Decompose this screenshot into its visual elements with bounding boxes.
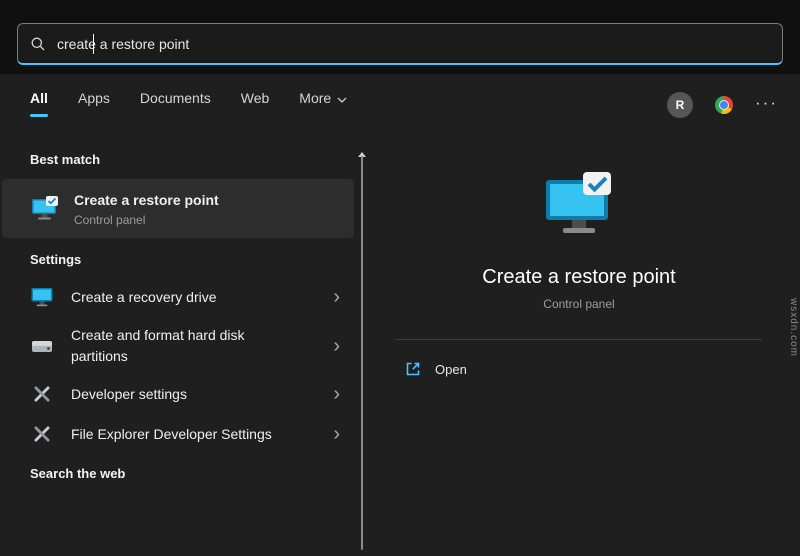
search-flyout: All Apps Documents Web More R [0,0,800,556]
result-subtitle: Control panel [74,213,146,228]
tab-apps-label: Apps [78,90,110,106]
chevron-right-icon: › [333,286,340,309]
user-avatar[interactable]: R [667,92,694,118]
tab-active-underline [30,114,48,117]
tab-web-label: Web [240,90,270,106]
tab-apps[interactable]: Apps [78,90,110,117]
text-caret [93,34,94,54]
chevron-right-icon: › [333,334,340,357]
open-label: Open [435,361,467,377]
chevron-down-icon [337,90,347,106]
more-options-button[interactable]: ··· [755,94,778,117]
chevron-right-icon: › [333,382,340,405]
preview-divider [396,339,762,340]
preview-subtitle: Control panel [543,297,615,311]
tab-documents[interactable]: Documents [140,90,211,117]
results-panel: Best match Create a restore point Contro… [0,140,356,556]
scroll-up-arrow-icon[interactable] [358,144,366,157]
result-title: Create a restore point [74,192,219,208]
restore-point-icon [30,194,60,224]
tab-documents-label: Documents [139,90,211,106]
preview-panel: Create a restore point Control panel Ope… [372,140,786,556]
header-icons: R ··· [667,90,778,118]
preview-title: Create a restore point [482,266,676,288]
tab-all-label: All [30,90,48,106]
result-title: File Explorer Developer Settings [71,425,272,442]
restore-point-large-icon [541,168,617,244]
tab-all[interactable]: All [30,90,48,117]
result-disk-partitions[interactable]: Create and format hard disk partitions › [0,317,356,374]
section-header-settings: Settings [30,252,82,268]
scrollbar-thumb[interactable] [361,156,363,550]
tab-more[interactable]: More [299,90,347,117]
result-developer-settings[interactable]: Developer settings › [0,374,356,414]
monitor-icon [30,285,54,309]
tab-more-label: More [299,90,332,106]
section-header-search-web: Search the web [30,465,126,481]
search-input[interactable] [57,35,770,52]
filter-tabs: All Apps Documents Web More R ··· [30,90,778,126]
search-header [0,0,800,74]
hard-disk-icon [30,334,54,358]
open-action[interactable]: Open [404,360,467,378]
tools-icon [30,422,54,446]
scrollbar[interactable] [356,142,368,556]
section-header-best-match: Best match [30,152,101,167]
browser-icon[interactable] [715,96,734,114]
tab-web[interactable]: Web [241,90,270,117]
open-external-icon [404,360,422,378]
result-title: Create and format hard disk partitions [71,327,245,364]
result-best-match[interactable]: Create a restore point Control panel [2,179,354,239]
watermark-text: wsxdn.com [788,298,799,358]
result-file-explorer-dev-settings[interactable]: File Explorer Developer Settings › [0,414,356,454]
result-title: Developer settings [71,385,187,402]
result-recovery-drive[interactable]: Create a recovery drive › [0,277,356,317]
search-bar[interactable] [17,23,783,65]
chevron-right-icon: › [333,422,340,445]
tools-icon [30,382,54,406]
search-icon [30,36,46,52]
result-title: Create a recovery drive [71,289,217,306]
